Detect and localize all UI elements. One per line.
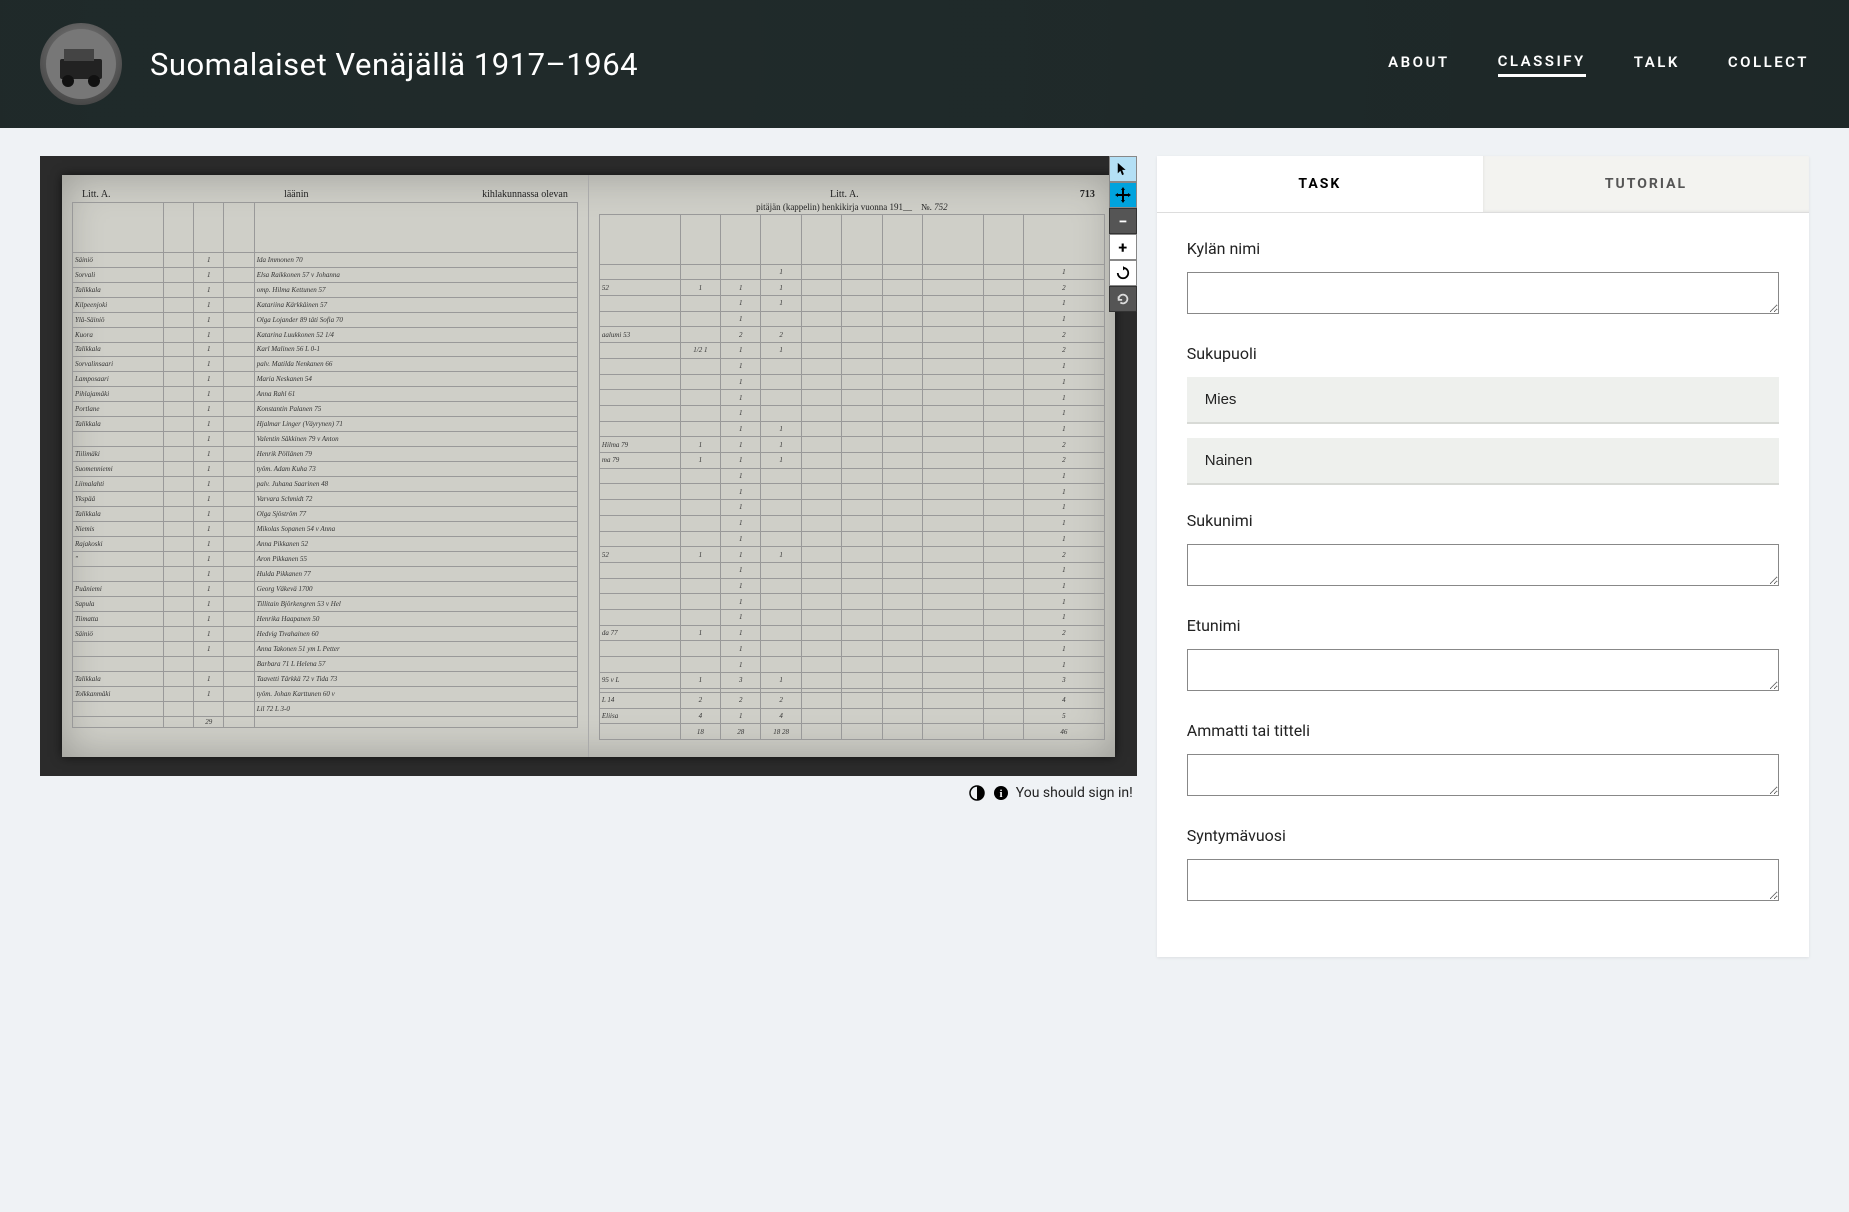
label-firstname: Etunimi xyxy=(1187,616,1779,635)
label-gender: Sukupuoli xyxy=(1187,344,1779,363)
field-surname: Sukunimi xyxy=(1187,511,1779,590)
doc-table-right: 1152111211111aalumi 532221/2 11121111111… xyxy=(599,214,1105,741)
field-gender: Sukupuoli Mies Nainen xyxy=(1187,344,1779,485)
option-male[interactable]: Mies xyxy=(1187,377,1779,424)
svg-text:i: i xyxy=(999,788,1002,800)
panel-tabs: TASK TUTORIAL xyxy=(1157,156,1809,213)
task-form: Kylän nimi Sukupuoli Mies Nainen Sukunim… xyxy=(1157,213,1809,957)
field-occupation: Ammatti tai titteli xyxy=(1187,721,1779,800)
field-firstname: Etunimi xyxy=(1187,616,1779,695)
document-image[interactable]: Litt. A. läänin kihlakunnassa olevan Säi… xyxy=(62,175,1115,758)
field-village: Kylän nimi xyxy=(1187,239,1779,318)
input-occupation[interactable] xyxy=(1187,754,1779,796)
reset-tool[interactable] xyxy=(1109,286,1137,312)
task-panel: TASK TUTORIAL Kylän nimi Sukupuoli Mies … xyxy=(1157,156,1809,957)
project-logo[interactable] xyxy=(40,23,122,105)
input-village[interactable] xyxy=(1187,272,1779,314)
input-firstname[interactable] xyxy=(1187,649,1779,691)
main-nav: ABOUT CLASSIFY TALK COLLECT xyxy=(1388,52,1809,77)
doc-table-left: Säiniö1Ida Immonen 70Sorvali1Elsa Raikko… xyxy=(72,202,578,729)
input-surname[interactable] xyxy=(1187,544,1779,586)
viewer-toolbar: − + xyxy=(1109,156,1137,312)
contrast-icon[interactable] xyxy=(968,784,986,802)
doc-head-laanin: läänin xyxy=(284,189,308,200)
doc-head-kihla: kihlakunnassa olevan xyxy=(482,189,568,200)
label-occupation: Ammatti tai titteli xyxy=(1187,721,1779,740)
label-village: Kylän nimi xyxy=(1187,239,1779,258)
zoom-out-tool[interactable]: − xyxy=(1109,208,1137,234)
info-icon[interactable]: i xyxy=(992,784,1010,802)
header: Suomalaiset Venäjällä 1917–1964 ABOUT CL… xyxy=(0,0,1849,128)
pointer-tool[interactable] xyxy=(1109,156,1137,182)
field-birthyear: Syntymävuosi xyxy=(1187,826,1779,905)
nav-classify[interactable]: CLASSIFY xyxy=(1498,52,1586,77)
doc-litt-left: Litt. A. xyxy=(82,189,111,200)
nav-collect[interactable]: COLLECT xyxy=(1728,53,1809,75)
doc-left-total: 29 xyxy=(194,717,224,728)
main-content: Litt. A. läänin kihlakunnassa olevan Säi… xyxy=(0,128,1849,985)
doc-sheet-no: 752 xyxy=(934,202,948,212)
viewer-footer: i You should sign in! xyxy=(40,776,1137,802)
tab-task[interactable]: TASK xyxy=(1157,156,1483,213)
doc-page-no: 713 xyxy=(1080,189,1095,200)
doc-right-head: pitäjän (kappelin) henkikirja vuonna 191 xyxy=(756,202,903,212)
option-female[interactable]: Nainen xyxy=(1187,438,1779,485)
input-birthyear[interactable] xyxy=(1187,859,1779,901)
doc-litt-right: Litt. A. xyxy=(830,189,859,200)
label-surname: Sukunimi xyxy=(1187,511,1779,530)
rotate-tool[interactable] xyxy=(1109,260,1137,286)
zoom-in-tool[interactable]: + xyxy=(1109,234,1137,260)
signin-prompt: You should sign in! xyxy=(1016,785,1133,801)
tab-tutorial[interactable]: TUTORIAL xyxy=(1483,156,1809,213)
subject-viewer-wrap: Litt. A. läänin kihlakunnassa olevan Säi… xyxy=(40,156,1137,802)
nav-talk[interactable]: TALK xyxy=(1634,53,1680,75)
subject-viewer[interactable]: Litt. A. läänin kihlakunnassa olevan Säi… xyxy=(40,156,1137,776)
project-title: Suomalaiset Venäjällä 1917–1964 xyxy=(150,46,1360,83)
pan-tool[interactable] xyxy=(1109,182,1137,208)
label-birthyear: Syntymävuosi xyxy=(1187,826,1779,845)
nav-about[interactable]: ABOUT xyxy=(1388,53,1449,75)
